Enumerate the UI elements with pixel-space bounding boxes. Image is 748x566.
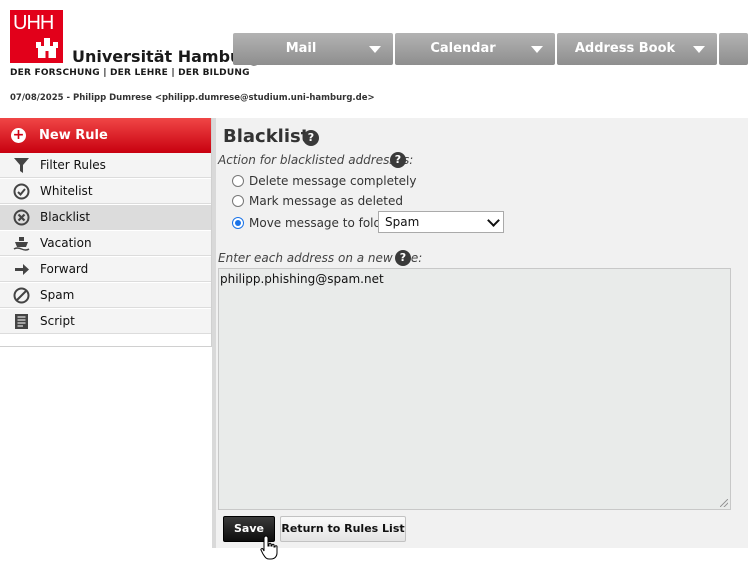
- sidebar-item-vacation[interactable]: Vacation: [0, 231, 211, 256]
- action-label: Action for blacklisted addresses:: [218, 153, 414, 167]
- folder-select-value: Spam: [385, 215, 420, 229]
- help-icon[interactable]: ?: [303, 130, 319, 146]
- sidebar-item-label: Spam: [40, 288, 75, 302]
- tab-address-book[interactable]: Address Book: [557, 33, 717, 65]
- sidebar-item-blacklist[interactable]: Blacklist: [0, 205, 211, 230]
- option-label: Delete message completely: [249, 174, 417, 188]
- plus-circle-icon: +: [11, 127, 26, 143]
- help-icon[interactable]: ?: [390, 152, 406, 168]
- return-to-rules-button[interactable]: Return to Rules List: [280, 516, 406, 542]
- address-list: philipp.phishing@spam.net: [220, 272, 384, 286]
- new-rule-label: New Rule: [39, 128, 108, 143]
- sidebar-item-whitelist[interactable]: Whitelist: [0, 179, 211, 204]
- chevron-down-icon[interactable]: [369, 46, 381, 53]
- sidebar-item-filter-rules[interactable]: Filter Rules: [0, 153, 211, 178]
- script-icon: [15, 314, 28, 329]
- sidebar-item-label: Blacklist: [40, 210, 91, 224]
- folder-select[interactable]: Spam: [378, 211, 504, 233]
- tab-label: Calendar: [430, 41, 496, 56]
- address-label: Enter each address on a new line:: [218, 251, 423, 265]
- no-entry-icon: [13, 287, 30, 304]
- radio-move-folder[interactable]: [232, 217, 244, 229]
- chevron-down-icon: [487, 214, 500, 227]
- sidebar-item-forward[interactable]: Forward: [0, 257, 211, 282]
- x-circle-icon: [13, 209, 30, 226]
- university-tagline: DER FORSCHUNG | DER LEHRE | DER BILDUNG: [10, 68, 250, 78]
- check-circle-icon: [13, 183, 30, 200]
- sidebar-item-label: Filter Rules: [40, 158, 106, 172]
- sidebar: + New Rule Filter Rules Whitelist Blackl…: [0, 118, 212, 347]
- help-icon[interactable]: ?: [395, 250, 411, 266]
- sidebar-item-spam[interactable]: Spam: [0, 283, 211, 308]
- resize-handle[interactable]: [720, 499, 728, 507]
- ship-icon: [13, 237, 30, 251]
- sidebar-item-label: Script: [40, 314, 75, 328]
- arrow-right-icon: [15, 264, 29, 275]
- chevron-down-icon[interactable]: [531, 46, 543, 53]
- new-rule-button[interactable]: + New Rule: [0, 118, 211, 153]
- tab-mail[interactable]: Mail: [233, 33, 393, 65]
- chevron-down-icon[interactable]: [693, 46, 705, 53]
- address-textarea[interactable]: philipp.phishing@spam.net: [218, 268, 731, 510]
- radio-delete[interactable]: [232, 175, 244, 187]
- option-label: Move message to folder:: [249, 216, 398, 230]
- page-title: Blacklist: [223, 126, 310, 147]
- uhh-logo[interactable]: UHH: [10, 10, 63, 63]
- logo-text: UHH: [13, 12, 54, 34]
- tab-label: Address Book: [574, 41, 676, 56]
- hand-cursor-icon: [260, 535, 278, 560]
- sidebar-item-script[interactable]: Script: [0, 309, 211, 334]
- castle-icon: [36, 38, 58, 58]
- user-info: 07/08/2025 - Philipp Dumrese <philipp.du…: [10, 93, 375, 103]
- sidebar-item-label: Forward: [40, 262, 89, 276]
- tab-label: Mail: [285, 41, 317, 56]
- sidebar-item-label: Vacation: [40, 236, 92, 250]
- option-label: Mark message as deleted: [249, 194, 403, 208]
- radio-mark-deleted[interactable]: [232, 195, 244, 207]
- sidebar-item-label: Whitelist: [40, 184, 93, 198]
- tab-more[interactable]: [719, 33, 748, 65]
- tab-calendar[interactable]: Calendar: [395, 33, 555, 65]
- funnel-icon: [14, 158, 29, 173]
